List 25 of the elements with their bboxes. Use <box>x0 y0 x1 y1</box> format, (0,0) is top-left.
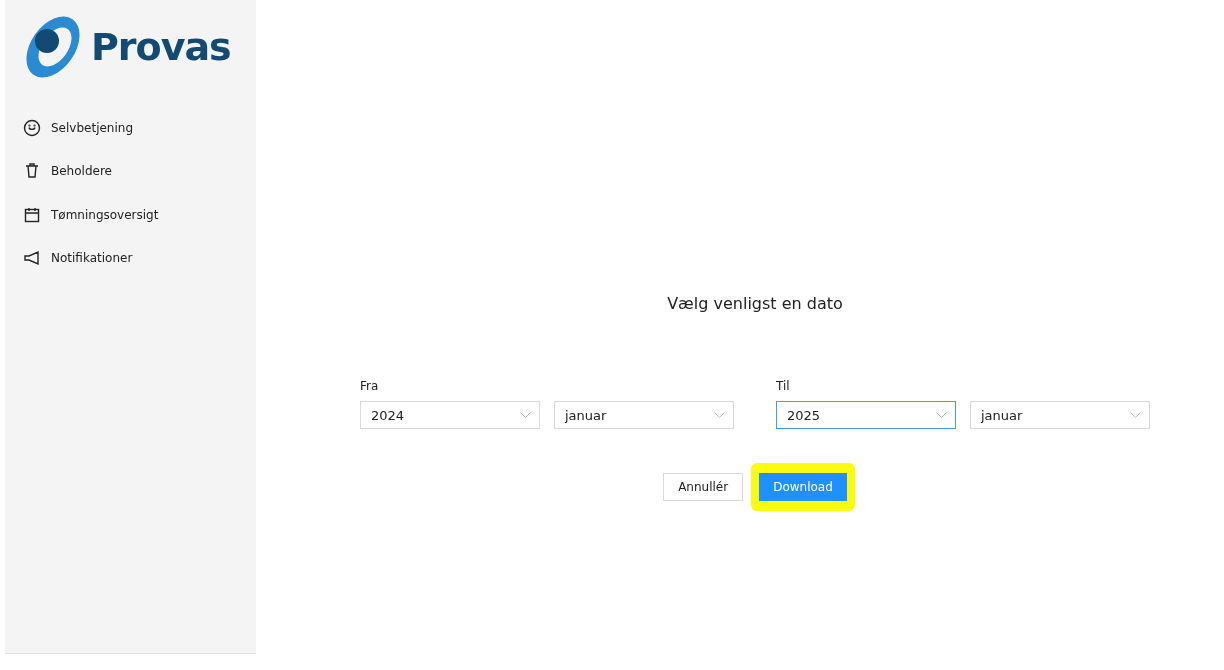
logo-text: Provas <box>91 25 231 69</box>
dialog-title: Vælg venligst en dato <box>667 294 843 313</box>
smile-icon <box>23 118 41 137</box>
sidebar-item[interactable]: Selvbetjening <box>5 106 256 150</box>
chevron-down-icon <box>714 412 725 418</box>
megaphone-icon <box>23 249 41 268</box>
sidebar-item[interactable]: Notifikationer <box>5 236 256 280</box>
chevron-down-icon <box>1130 412 1141 418</box>
bin-icon <box>23 162 41 181</box>
select-field[interactable]: januar <box>554 401 734 429</box>
field-label: Fra <box>360 379 380 393</box>
cancel-button[interactable]: Annullér <box>663 473 744 501</box>
sidebar-item[interactable]: Tømningsoversigt <box>5 193 256 237</box>
sidebar-item-label: Notifikationer <box>51 251 133 266</box>
calendar-icon <box>23 205 41 224</box>
select-field[interactable]: januar <box>970 401 1150 429</box>
chevron-down-icon <box>520 412 531 418</box>
sidebar-item[interactable]: Beholdere <box>5 149 256 193</box>
select-field[interactable]: 2025 <box>776 401 956 429</box>
field-label: Til <box>776 379 791 393</box>
chevron-down-icon <box>936 412 947 418</box>
sidebar-item-label: Tømningsoversigt <box>51 207 159 222</box>
sidebar-item-label: Beholdere <box>51 164 112 179</box>
sidebar-item-label: Selvbetjening <box>51 120 134 135</box>
select-field[interactable]: 2024 <box>360 401 540 429</box>
